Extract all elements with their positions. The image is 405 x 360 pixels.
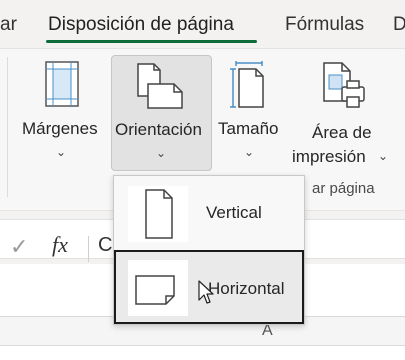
insert-function-icon[interactable]: fx [52, 232, 68, 258]
ribbon-tabs: ar Disposición de página Fórmulas D [0, 0, 405, 48]
orientation-icon [136, 62, 184, 110]
tab-partial-right[interactable]: D [393, 14, 405, 36]
orientation-label: Orientación [115, 120, 202, 139]
menu-item-horizontal[interactable]: Horizontal [114, 250, 304, 324]
orientation-menu: Vertical Horizontal [113, 175, 305, 325]
print-area-label-line2: impresión [292, 147, 366, 166]
formula-input[interactable]: C [98, 234, 112, 257]
landscape-page-icon [128, 260, 188, 316]
page-size-icon [230, 61, 268, 109]
print-area-label-line1: Área de [312, 123, 372, 142]
portrait-page-icon [128, 186, 188, 242]
margins-label: Márgenes [22, 119, 98, 138]
margins-icon [45, 61, 79, 107]
chevron-down-icon: ⌄ [156, 146, 167, 160]
chevron-down-icon: ⌄ [244, 145, 255, 159]
tab-page-layout[interactable]: Disposición de página [48, 14, 234, 36]
enter-check-icon[interactable]: ✓ [10, 234, 28, 260]
print-area-icon [322, 61, 366, 111]
chevron-down-icon: ⌄ [378, 149, 389, 163]
tab-formulas[interactable]: Fórmulas [285, 14, 364, 36]
menu-item-horizontal-label: Horizontal [208, 279, 285, 298]
orientation-button[interactable]: Orientación ⌄ [111, 55, 212, 171]
print-area-button[interactable]: Área de impresión ⌄ [290, 55, 394, 171]
menu-item-vertical-label: Vertical [206, 203, 262, 222]
group-separator [7, 57, 8, 197]
chevron-down-icon: ⌄ [56, 145, 67, 159]
size-button[interactable]: Tamaño ⌄ [216, 55, 286, 171]
menu-item-vertical[interactable]: Vertical [114, 176, 304, 248]
active-tab-indicator [46, 40, 257, 43]
margins-button[interactable]: Márgenes ⌄ [18, 55, 108, 171]
group-label-page-setup: ar página [312, 180, 375, 197]
tab-partial-left[interactable]: ar [0, 14, 17, 36]
formula-input-border [88, 236, 89, 262]
size-label: Tamaño [218, 119, 279, 138]
mouse-cursor-icon [198, 280, 214, 306]
